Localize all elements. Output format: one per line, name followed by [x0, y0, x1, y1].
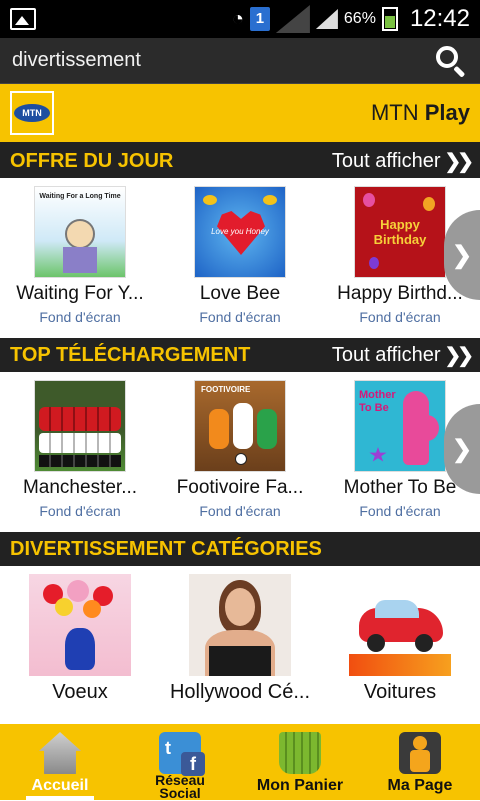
thumbnail: FOOTIVOIRE	[194, 380, 286, 472]
mtn-logo[interactable]: MTN	[10, 91, 54, 135]
category-image	[349, 574, 451, 676]
category-card[interactable]: Voitures	[320, 574, 480, 722]
tab-ma-page[interactable]: Ma Page	[360, 724, 480, 800]
category-card[interactable]: Hollywood Cé...	[160, 574, 320, 722]
card-subtitle: Fond d'écran	[39, 503, 121, 519]
home-icon	[39, 732, 81, 774]
brand-header: MTN MTN Play	[0, 84, 480, 144]
category-title: Voeux	[52, 681, 108, 703]
card-subtitle: Fond d'écran	[359, 309, 441, 325]
tab-label: Ma Page	[387, 777, 453, 794]
clock: 12:42	[409, 5, 470, 32]
search-bar[interactable]: divertissement	[0, 38, 480, 84]
section-header-categories: DIVERTISSEMENT CATÉGORIES	[0, 532, 480, 566]
category-card[interactable]: Voeux	[0, 574, 160, 722]
top-telechargement-row: Manchester... Fond d'écran FOOTIVOIRE Fo…	[0, 372, 480, 532]
card-subtitle: Fond d'écran	[199, 503, 281, 519]
content-card[interactable]: Love you Honey Love Bee Fond d'écran	[160, 186, 320, 338]
categories-row: Voeux Hollywood Cé... Voitures	[0, 566, 480, 722]
sim-indicator: 1	[249, 7, 270, 31]
card-subtitle: Fond d'écran	[199, 309, 281, 325]
section-title: TOP TÉLÉCHARGEMENT	[10, 343, 251, 366]
thumbnail	[34, 380, 126, 472]
section-header-top-telechargement: TOP TÉLÉCHARGEMENT Tout afficher ❯❯	[0, 338, 480, 372]
image-notification-icon	[10, 8, 36, 30]
see-all-link[interactable]: Tout afficher ❯❯	[332, 149, 474, 174]
card-title: Love Bee	[199, 283, 281, 304]
signal-icon	[275, 5, 310, 33]
brand-title: MTN Play	[370, 100, 470, 125]
thumbnail: Mother To Be	[354, 380, 446, 472]
category-title: Voitures	[363, 681, 437, 703]
see-all-link[interactable]: Tout afficher ❯❯	[332, 343, 474, 368]
basket-icon	[279, 732, 321, 774]
section-header-offre-du-jour: OFFRE DU JOUR Tout afficher ❯❯	[0, 144, 480, 178]
double-chevron-right-icon: ❯❯	[444, 344, 473, 367]
content-card[interactable]: Waiting For a Long Time Waiting For Y...…	[0, 186, 160, 338]
battery-icon	[381, 7, 398, 31]
card-title: Manchester...	[22, 477, 138, 498]
signal-strength-icon	[315, 9, 338, 29]
category-image	[29, 574, 131, 676]
tab-label: Réseau Social	[155, 772, 205, 801]
tab-label: Mon Panier	[256, 777, 344, 794]
double-chevron-right-icon: ❯❯	[444, 150, 473, 173]
profile-icon	[399, 732, 441, 774]
battery-percent: 66%	[343, 10, 376, 27]
wifi-icon: ◔	[231, 7, 244, 30]
offre-du-jour-row: Waiting For a Long Time Waiting For Y...…	[0, 178, 480, 338]
thumbnail: Love you Honey	[194, 186, 286, 278]
card-subtitle: Fond d'écran	[39, 309, 121, 325]
tab-reseau-social[interactable]: f t Réseau Social	[120, 724, 240, 800]
tab-accueil[interactable]: Accueil	[0, 724, 120, 800]
bottom-tab-bar: Accueil f t Réseau Social Mon Panier Ma …	[0, 724, 480, 800]
social-icon: f t	[159, 732, 205, 776]
tab-mon-panier[interactable]: Mon Panier	[240, 724, 360, 800]
card-subtitle: Fond d'écran	[359, 503, 441, 519]
thumbnail: Waiting For a Long Time	[34, 186, 126, 278]
section-title: OFFRE DU JOUR	[10, 149, 174, 172]
thumbnail: Happy Birthday	[354, 186, 446, 278]
search-input[interactable]: divertissement	[12, 49, 434, 72]
category-image	[189, 574, 291, 676]
search-icon[interactable]	[434, 44, 468, 78]
content-card[interactable]: Manchester... Fond d'écran	[0, 380, 160, 532]
tab-label: Accueil	[31, 777, 89, 794]
card-title: Waiting For Y...	[16, 283, 144, 304]
content-card[interactable]: FOOTIVOIRE Footivoire Fa... Fond d'écran	[160, 380, 320, 532]
category-title: Hollywood Cé...	[169, 681, 311, 703]
card-title: Footivoire Fa...	[176, 477, 304, 498]
section-title: DIVERTISSEMENT CATÉGORIES	[10, 537, 322, 560]
status-bar: ◔ 1 66% 12:42	[0, 0, 480, 38]
